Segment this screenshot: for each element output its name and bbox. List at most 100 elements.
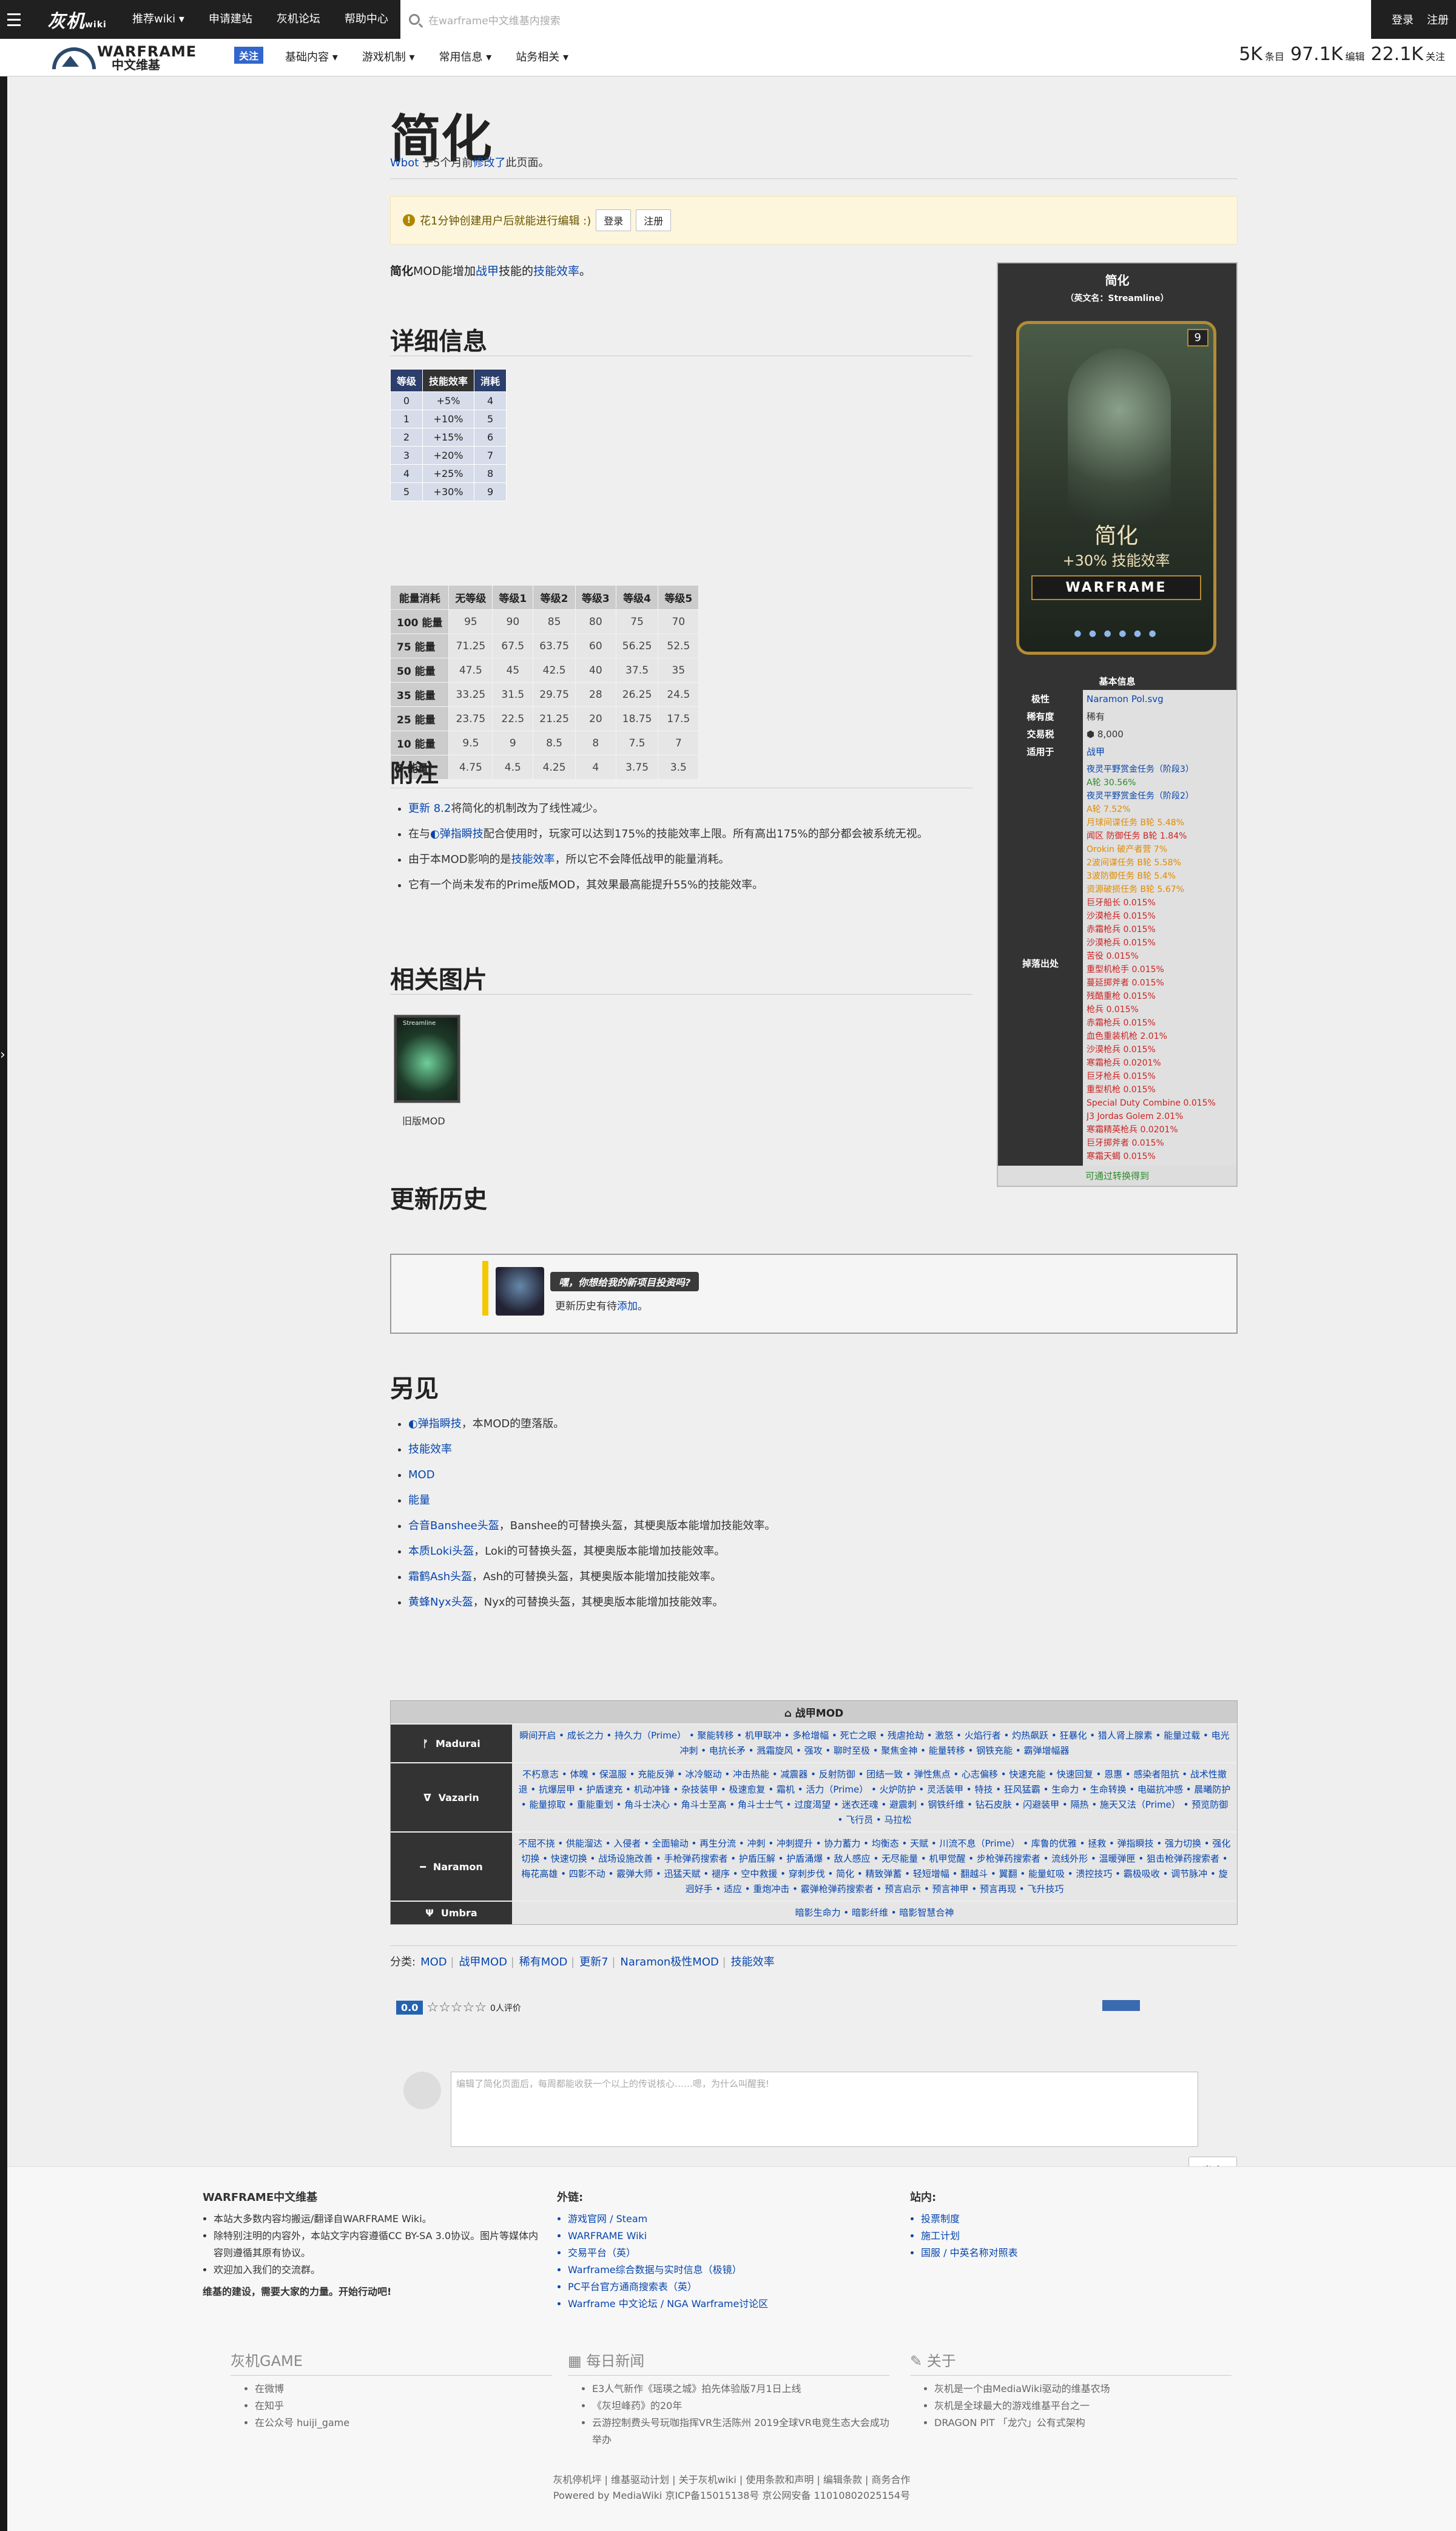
note-link[interactable]: ◐弹指瞬技 — [430, 828, 484, 840]
seealso-link[interactable]: 黄蜂Nyx头盔 — [408, 1596, 473, 1609]
footer-in-link[interactable]: 投票制度 — [921, 2211, 1153, 2228]
topnav-apply[interactable]: 申请建站 — [197, 0, 265, 39]
footer-news-link[interactable]: E3人气新作《瑶瑛之城》拍先体验版7月1日上线 — [592, 2381, 895, 2398]
warframe-logo[interactable]: WARFRAME 中文维基 — [49, 42, 197, 73]
drop-item[interactable]: 重型机枪手 0.015% — [1087, 963, 1233, 976]
footer-about2-item[interactable]: 灰机是一个由MediaWiki驱动的维基农场 — [934, 2381, 1110, 2398]
modified-diff-link[interactable]: 修改了 — [473, 157, 505, 169]
category-link[interactable]: 技能效率 — [731, 1956, 775, 1968]
gallery-thumbnail[interactable]: Streamline — [394, 1015, 460, 1103]
seealso-link[interactable]: ◐弹指瞬技 — [408, 1418, 462, 1430]
category-link[interactable]: MOD — [420, 1956, 447, 1968]
drop-item[interactable]: 寒霜天蝎 0.015% — [1087, 1150, 1233, 1163]
footer-links[interactable]: 灰机停机坪 | 维基驱动计划 | 关于灰机wiki | 使用条款和声明 | 编辑… — [7, 2472, 1456, 2486]
drop-item[interactable]: 资源破损任务 B轮 5.67% — [1087, 883, 1233, 896]
drop-item[interactable]: A轮 7.52% — [1087, 803, 1233, 816]
comment-input[interactable]: 编辑了简化页面后，每周都能收获一个以上的传说核心……嗯，为什么叫醒我! — [451, 2072, 1198, 2147]
footer-about2-item[interactable]: 灰机是全球最大的游戏维基平台之一 — [934, 2398, 1110, 2414]
sitenav-info[interactable]: 常用信息 ▾ — [427, 39, 504, 76]
drop-item[interactable]: 3波防御任务 B轮 5.4% — [1087, 870, 1233, 883]
drop-item[interactable]: 赤霜枪兵 0.015% — [1087, 1016, 1233, 1030]
footer-huiji-link[interactable]: 在公众号 huiji_game — [255, 2414, 349, 2431]
intro-link-efficiency[interactable]: 技能效率 — [533, 265, 579, 278]
drop-item[interactable]: 2波间谍任务 B轮 5.58% — [1087, 856, 1233, 870]
sitenav-admin[interactable]: 站务相关 ▾ — [504, 39, 581, 76]
login-link[interactable]: 登录 — [1392, 12, 1414, 27]
drop-item[interactable]: 寒霜枪兵 0.0201% — [1087, 1056, 1233, 1070]
navbox-links[interactable]: 瞬间开启 • 成长之力 • 持久力（Prime） • 聚能转移 • 机甲联冲 •… — [512, 1725, 1237, 1762]
category-link[interactable]: 战甲MOD — [459, 1956, 507, 1968]
category-link[interactable]: 稀有MOD — [519, 1956, 568, 1968]
modifier-user-link[interactable]: Wbot — [390, 157, 419, 169]
navbox-links[interactable]: 暗影生命力 • 暗影纤维 • 暗影智慧合神 — [512, 1902, 1237, 1924]
follow-button[interactable]: 关注 — [234, 47, 264, 64]
topnav-recommend[interactable]: 推荐wiki ▾ — [120, 0, 197, 39]
register-link[interactable]: 注册 — [1427, 12, 1449, 27]
drop-item[interactable]: A轮 30.56% — [1087, 776, 1233, 789]
footer-huiji-link[interactable]: 在知乎 — [255, 2398, 349, 2414]
footer-in-link[interactable]: 国服 / 中英名称对照表 — [921, 2245, 1153, 2262]
sitenav-mechanics[interactable]: 游戏机制 ▾ — [350, 39, 427, 76]
history-add-link[interactable]: 添加 — [617, 1300, 638, 1313]
drop-item[interactable]: 残酷重枪 0.015% — [1087, 990, 1233, 1003]
drop-item[interactable]: 巨牙船长 0.015% — [1087, 896, 1233, 910]
drop-item[interactable]: 月球间谍任务 B轮 5.48% — [1087, 816, 1233, 830]
footer-ext-link[interactable]: PC平台官方通商搜索表（英） — [568, 2279, 897, 2296]
left-sidebar-toggle[interactable]: › — [0, 76, 7, 2531]
category-link[interactable]: 更新7 — [579, 1956, 608, 1968]
drop-item[interactable]: 血色重装机枪 2.01% — [1087, 1030, 1233, 1043]
applies-link[interactable]: 战甲 — [1087, 746, 1105, 757]
drop-item[interactable]: 夜灵平野赏金任务（阶段2） — [1087, 789, 1233, 803]
hamburger-menu-icon[interactable] — [0, 0, 29, 39]
category-link[interactable]: Naramon极性MOD — [620, 1956, 718, 1968]
seealso-link[interactable]: 能量 — [408, 1494, 430, 1507]
drop-item[interactable]: 寒霜精英枪兵 0.0201% — [1087, 1123, 1233, 1137]
drop-item[interactable]: 蔓延掷斧者 0.015% — [1087, 976, 1233, 990]
sitenav-basics[interactable]: 基础内容 ▾ — [273, 39, 350, 76]
footer-about2-item[interactable]: DRAGON PIT 「龙穴」公有式架构 — [934, 2414, 1110, 2431]
navbox-links[interactable]: 不屈不挠 • 供能溜达 • 入侵者 • 全面输动 • 再生分流 • 冲刺 • 冲… — [512, 1833, 1237, 1901]
drop-item[interactable]: 巨牙枪兵 0.015% — [1087, 1070, 1233, 1083]
drop-item[interactable]: 苦役 0.015% — [1087, 950, 1233, 963]
drop-item[interactable]: 沙漠枪兵 0.015% — [1087, 936, 1233, 950]
topnav-forum[interactable]: 灰机论坛 — [265, 0, 332, 39]
seealso-link[interactable]: 合音Banshee头盔 — [408, 1519, 499, 1532]
footer-in-link[interactable]: 施工计划 — [921, 2228, 1153, 2245]
drop-item[interactable]: 沙漠枪兵 0.015% — [1087, 1043, 1233, 1056]
drop-item[interactable]: Special Duty Combine 0.015% — [1087, 1097, 1233, 1110]
footer-ext-link[interactable]: 游戏官网 / Steam — [568, 2211, 897, 2228]
drop-item[interactable]: 闻区 防御任务 B轮 1.84% — [1087, 830, 1233, 843]
drop-item[interactable]: J3 Jordas Golem 2.01% — [1087, 1110, 1233, 1123]
footer-ext-link[interactable]: Warframe 中文论坛 / NGA Warframe讨论区 — [568, 2296, 897, 2313]
seealso-link[interactable]: MOD — [408, 1468, 435, 1481]
drop-item[interactable]: 夜灵平野赏金任务（阶段3） — [1087, 763, 1233, 776]
seealso-link[interactable]: 本质Loki头盔 — [408, 1545, 474, 1558]
footer-ext-link[interactable]: WARFRAME Wiki — [568, 2228, 897, 2245]
topnav-help[interactable]: 帮助中心 — [332, 0, 400, 39]
seealso-link[interactable]: 技能效率 — [408, 1443, 452, 1456]
footer-news-link[interactable]: 云游控制费头号玩咖指挥VR生活陈州 2019全球VR电竞生态大会成功举办 — [592, 2414, 895, 2448]
note-link[interactable]: 更新 8.2 — [408, 802, 451, 815]
search-input[interactable]: 在warframe中文维基内搜索 — [400, 0, 1371, 39]
footer-news-link[interactable]: 《灰坦峰药》的20年 — [592, 2398, 895, 2414]
intro-link-warframe[interactable]: 战甲 — [476, 265, 499, 278]
star-rating-icon[interactable]: ☆☆☆☆☆ — [426, 2000, 487, 2015]
polarity-image-link[interactable]: Naramon Pol.svg — [1087, 694, 1164, 705]
notice-login-button[interactable]: 登录 — [596, 209, 632, 231]
note-link[interactable]: 技能效率 — [511, 853, 555, 866]
footer-ext-link[interactable]: Warframe综合数据与实时信息（极镜） — [568, 2262, 897, 2279]
footer-ext-link[interactable]: 交易平台（英） — [568, 2245, 897, 2262]
share-icon[interactable] — [1102, 2000, 1140, 2011]
navbox-title[interactable]: ⌂ 战甲MOD — [391, 1701, 1237, 1723]
drop-item[interactable]: 赤霜枪兵 0.015% — [1087, 923, 1233, 936]
notice-register-button[interactable]: 注册 — [636, 209, 672, 231]
drop-item[interactable]: 沙漠枪兵 0.015% — [1087, 910, 1233, 923]
footer-huiji-link[interactable]: 在微博 — [255, 2381, 349, 2398]
drop-item[interactable]: 枪兵 0.015% — [1087, 1003, 1233, 1016]
drop-item[interactable]: 巨牙掷斧者 0.015% — [1087, 1137, 1233, 1150]
drop-item[interactable]: 重型机枪 0.015% — [1087, 1083, 1233, 1097]
huiji-logo[interactable]: 灰机wiki — [29, 6, 120, 33]
seealso-link[interactable]: 霜鹤Ash头盔 — [408, 1570, 472, 1583]
navbox-links[interactable]: 不朽意志 • 体魄 • 保温服 • 充能反弹 • 冰冷躯动 • 冲击热能 • 减… — [512, 1763, 1237, 1831]
drop-item[interactable]: Orokin 破产者营 7% — [1087, 843, 1233, 856]
